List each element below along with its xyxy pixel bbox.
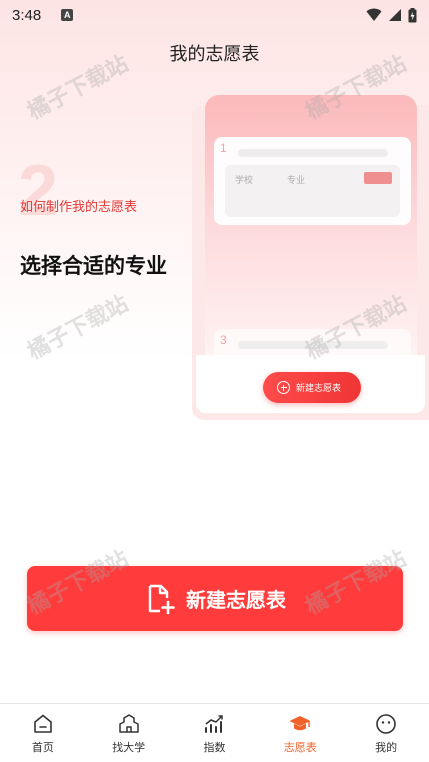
status-bar: 3:48 A (0, 0, 429, 30)
mock-volunteer-card: 1 学校 专业 (214, 137, 411, 225)
tab-find-university[interactable]: 找大学 (86, 704, 172, 762)
plus-circle-icon (277, 381, 290, 394)
bottom-tab-bar: 首页 找大学 指数 志愿表 我的 (0, 703, 429, 762)
tab-mine[interactable]: 我的 (343, 704, 429, 762)
step-subtitle: 如何制作我的志愿表 (20, 200, 138, 215)
tab-volunteer-form[interactable]: 志愿表 (257, 704, 343, 762)
profile-face-icon (376, 713, 396, 734)
guide-illustration: 1 学校 专业 3 新建志愿表 (192, 95, 429, 420)
page-title: 我的志愿表 (169, 44, 260, 65)
signal-icon (389, 9, 401, 21)
mock-card-index: 1 (220, 141, 227, 155)
mock-column-major: 专业 (287, 176, 306, 186)
graduation-cap-icon (289, 715, 311, 730)
new-volunteer-form-button[interactable]: 新建志愿表 (27, 566, 403, 631)
new-volunteer-form-label: 新建志愿表 (186, 588, 286, 612)
university-icon (118, 713, 139, 733)
home-icon (34, 714, 52, 733)
step-heading: 选择合适的专业 (20, 254, 167, 278)
mock-column-school: 学校 (235, 176, 254, 186)
mock-volunteer-card: 3 (214, 329, 411, 355)
notification-badge-icon: A (61, 9, 74, 21)
battery-icon (408, 7, 417, 22)
add-document-icon (148, 584, 175, 614)
status-icons (366, 7, 417, 23)
chart-icon (205, 714, 224, 733)
step-number: 2 (18, 151, 59, 231)
mock-new-form-button: 新建志愿表 (263, 372, 361, 403)
wifi-icon (366, 8, 382, 21)
tab-home[interactable]: 首页 (0, 704, 86, 762)
status-time: 3:48 (12, 6, 42, 24)
mock-card-index: 3 (220, 333, 227, 347)
tab-index[interactable]: 指数 (172, 704, 258, 762)
